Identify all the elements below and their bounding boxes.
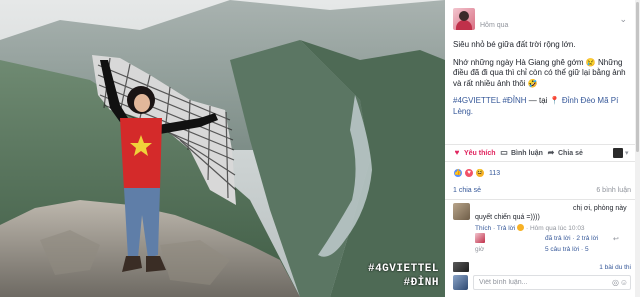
post-options-chevron-icon[interactable]: ⌄ xyxy=(619,14,627,25)
photo-hashtag-1: #4GVIETTEL xyxy=(367,263,439,275)
comment-button[interactable]: ▭ Bình luận xyxy=(500,149,543,157)
comment-composer: ◎ ☺ xyxy=(453,275,631,291)
haha-reaction-icon xyxy=(517,224,525,231)
post-tags: #4GVIETTEL #ĐỈNH — tại 📍 Đỉnh Đèo Mã Pí … xyxy=(453,96,633,117)
post-as-chevron-icon[interactable]: ▾ xyxy=(625,149,629,157)
photo-scene xyxy=(0,0,445,297)
post-paragraph-1: Siêu nhỏ bé giữa đất trời rộng lớn. xyxy=(453,40,576,49)
heart-icon: ♥ xyxy=(454,148,460,157)
comment-meta: Thích · Trả lời · Hôm qua lúc 10:03 xyxy=(475,224,585,232)
post-body: Siêu nhỏ bé giữa đất trời rộng lớn. Nhớ … xyxy=(453,40,633,124)
post-timestamp[interactable]: Hôm qua xyxy=(480,22,508,29)
panel-scrollbar-thumb[interactable] xyxy=(636,2,639,152)
reaction-count: 113 xyxy=(489,169,501,177)
like-reaction-icon: 👍 xyxy=(453,168,463,178)
post-stats: 1 chia sẻ 6 bình luận xyxy=(453,187,631,194)
stats-divider xyxy=(445,199,635,200)
reaction-summary[interactable]: 👍 ♥ 😆 113 xyxy=(453,166,500,180)
comment-label: Bình luận xyxy=(511,149,543,157)
share-button[interactable]: ➦ Chia sẻ xyxy=(547,149,583,157)
haha-reaction-icon: 😆 xyxy=(475,168,485,178)
location-separator: — tại xyxy=(526,96,550,105)
reply-arrow-icon: ↩ xyxy=(613,236,619,243)
panel-scrollbar[interactable] xyxy=(635,0,640,297)
share-count-link[interactable]: 1 chia sẻ xyxy=(453,187,481,194)
author-avatar[interactable] xyxy=(453,8,475,30)
reply-summary-link[interactable]: đã trả lời · 2 trả lời xyxy=(545,235,598,242)
comment-text-line-1: chị ơi, phòng này xyxy=(573,205,627,212)
post-paragraph-2: Nhớ những ngày Hà Giang ghê gớm 😢 Những … xyxy=(453,57,626,88)
love-reaction-icon: ♥ xyxy=(464,168,474,178)
location-pin-icon: 📍 xyxy=(549,96,560,105)
share-label: Chia sẻ xyxy=(558,149,583,157)
comment-count-link[interactable]: 6 bình luận xyxy=(596,187,631,194)
photo-hashtag-2: #ĐỈNH xyxy=(403,277,439,289)
like-label: Yêu thích xyxy=(464,149,496,157)
post-photo[interactable]: #4GVIETTEL #ĐỈNH xyxy=(0,0,445,297)
hashtag-link-2[interactable]: #ĐỈNH xyxy=(503,96,527,105)
hashtag-link-1[interactable]: #4GVIETTEL xyxy=(453,96,500,105)
share-icon: ➦ xyxy=(547,148,555,157)
emoji-icon[interactable]: ☺ xyxy=(620,278,628,287)
more-comments-link[interactable]: 1 bài du thi xyxy=(599,264,631,271)
reply-author-avatar[interactable] xyxy=(475,233,485,243)
comment-input[interactable] xyxy=(473,275,631,290)
more-comments-row: 1 bài du thi xyxy=(453,262,631,274)
post-as-avatar[interactable] xyxy=(613,148,623,158)
comment-text-line-2: quyết chiến quá =)))) xyxy=(475,214,540,221)
post-side-panel: Hôm qua ⌄ Siêu nhỏ bé giữa đất trời rộng… xyxy=(445,0,640,297)
comment-icon: ▭ xyxy=(500,148,508,157)
reply-timestamp: giờ xyxy=(475,246,485,253)
camera-icon[interactable]: ◎ xyxy=(612,278,619,287)
comment-timestamp[interactable]: · Hôm qua lúc 10:03 xyxy=(526,225,585,232)
like-button[interactable]: ♥ Yêu thích xyxy=(453,149,496,157)
reply-more-link[interactable]: 5 câu trả lời · 5 xyxy=(545,246,589,253)
commenter-avatar[interactable] xyxy=(453,203,470,220)
comment-like-reply-links[interactable]: Thích · Trả lời xyxy=(475,225,515,232)
current-user-avatar xyxy=(453,275,468,290)
commenter-avatar[interactable] xyxy=(453,262,469,272)
post-action-bar: ♥ Yêu thích ▭ Bình luận ➦ Chia sẻ ▾ xyxy=(445,144,635,162)
post-header: Hôm qua ⌄ xyxy=(453,8,633,32)
